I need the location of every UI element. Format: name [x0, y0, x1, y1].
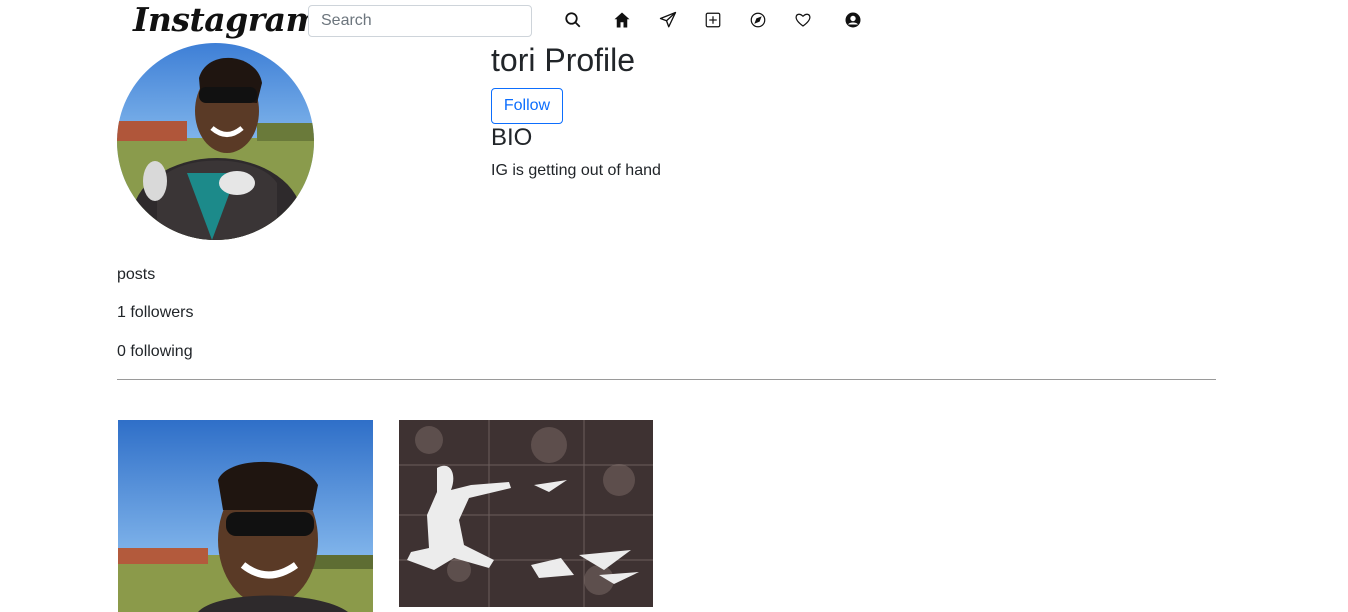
- navbar: Instagram: [0, 0, 1348, 42]
- bio-text: IG is getting out of hand: [491, 162, 661, 179]
- search-icon[interactable]: [563, 10, 583, 30]
- home-icon[interactable]: [612, 10, 632, 30]
- profile-icon[interactable]: [843, 10, 863, 30]
- follow-button[interactable]: Follow: [491, 88, 563, 124]
- heart-icon[interactable]: [793, 10, 813, 30]
- send-icon[interactable]: [658, 10, 678, 30]
- instagram-logo[interactable]: Instagram: [133, 0, 320, 40]
- following-count[interactable]: 0 following: [117, 342, 193, 362]
- divider: [117, 379, 1216, 380]
- profile-avatar: [117, 43, 314, 240]
- add-post-icon[interactable]: [703, 10, 723, 30]
- profile-username: tori Profile: [491, 42, 636, 78]
- followers-count[interactable]: 1 followers: [117, 303, 193, 323]
- posts-count: posts: [117, 266, 156, 283]
- bio-heading: BIO: [491, 124, 533, 151]
- post-thumbnail-2[interactable]: [399, 420, 653, 607]
- explore-icon[interactable]: [748, 10, 768, 30]
- post-thumbnail-1[interactable]: [118, 420, 373, 612]
- search-input[interactable]: [308, 5, 532, 37]
